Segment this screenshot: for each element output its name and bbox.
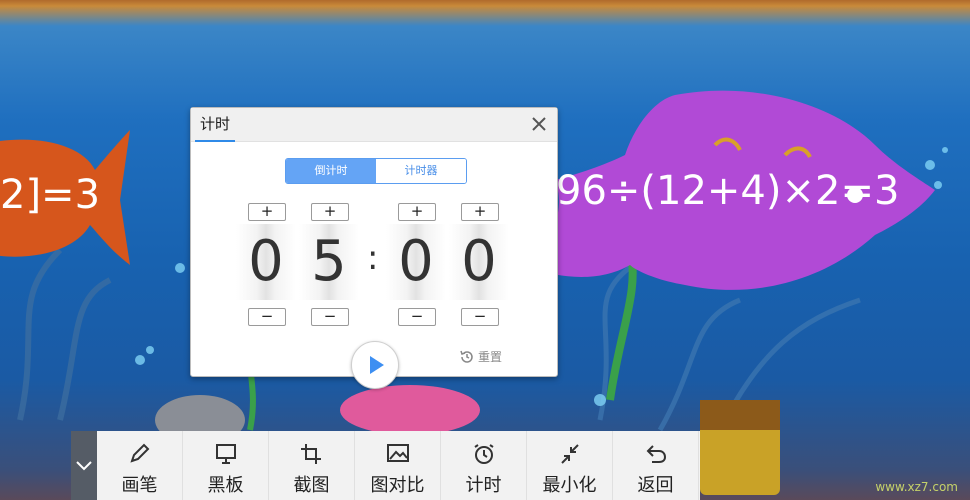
- mode-switch: 倒计时 计时器: [285, 158, 467, 184]
- play-icon: [370, 356, 384, 374]
- minimize-icon: [560, 444, 579, 464]
- close-icon[interactable]: [529, 114, 549, 134]
- toolbar-timer-button[interactable]: 计时: [441, 431, 527, 500]
- bottom-toolbar: 画笔 黑板 截图 图对比 计时 最小化 返回: [71, 431, 700, 500]
- toolbar-blackboard-label: 黑板: [207, 475, 244, 496]
- chevron-down-icon: [76, 460, 92, 470]
- minutes-ones-digit: 5: [299, 224, 359, 300]
- collapse-toolbar-button[interactable]: [71, 431, 97, 500]
- toolbar-compare-label: 图对比: [370, 475, 425, 496]
- equation-right: 96÷(12+4)×2=3: [556, 168, 900, 214]
- seconds-ones-increment-button[interactable]: +: [461, 203, 499, 221]
- toolbar-timer-label: 计时: [465, 475, 502, 496]
- toolbar-screenshot-button[interactable]: 截图: [269, 431, 355, 500]
- watermark: www.xz7.com: [875, 480, 958, 494]
- timer-dialog: 计时 倒计时 计时器 + + + + 0 5 : 0 0 − − − − 重置: [190, 107, 558, 389]
- toolbar-compare-button[interactable]: 图对比: [355, 431, 441, 500]
- image-compare-icon: [386, 444, 409, 462]
- monitor-icon: [215, 444, 236, 464]
- time-separator: :: [367, 238, 379, 278]
- dialog-titlebar: 计时: [191, 108, 557, 142]
- seconds-ones-decrement-button[interactable]: −: [461, 308, 499, 326]
- crop-icon: [300, 444, 321, 464]
- toolbar-minimize-label: 最小化: [542, 475, 597, 496]
- seconds-tens-increment-button[interactable]: +: [398, 203, 436, 221]
- tab-timer[interactable]: 计时: [195, 108, 236, 142]
- minutes-ones-increment-button[interactable]: +: [311, 203, 349, 221]
- alarm-clock-icon: [473, 444, 494, 464]
- history-icon: [460, 350, 473, 363]
- mode-stopwatch-tab[interactable]: 计时器: [376, 159, 466, 183]
- minutes-ones-decrement-button[interactable]: −: [311, 308, 349, 326]
- mode-countdown-tab[interactable]: 倒计时: [286, 159, 376, 183]
- toolbar-blackboard-button[interactable]: 黑板: [183, 431, 269, 500]
- minutes-tens-increment-button[interactable]: +: [248, 203, 286, 221]
- toolbar-pen-label: 画笔: [121, 475, 158, 496]
- minutes-tens-digit: 0: [236, 224, 296, 300]
- reset-label: 重置: [478, 350, 503, 364]
- toolbar-screenshot-label: 截图: [293, 475, 330, 496]
- reset-button[interactable]: 重置: [459, 348, 502, 365]
- seconds-tens-digit: 0: [386, 224, 446, 300]
- equation-left: 2]=3: [0, 172, 101, 218]
- seconds-tens-decrement-button[interactable]: −: [398, 308, 436, 326]
- toolbar-minimize-button[interactable]: 最小化: [527, 431, 613, 500]
- seconds-ones-digit: 0: [449, 224, 509, 300]
- undo-arrow-icon: [646, 445, 666, 463]
- play-button[interactable]: [351, 341, 399, 389]
- toolbar-back-label: 返回: [637, 475, 674, 496]
- pen-icon: [129, 443, 149, 463]
- toolbar-pen-button[interactable]: 画笔: [97, 431, 183, 500]
- minutes-tens-decrement-button[interactable]: −: [248, 308, 286, 326]
- toolbar-back-button[interactable]: 返回: [613, 431, 699, 500]
